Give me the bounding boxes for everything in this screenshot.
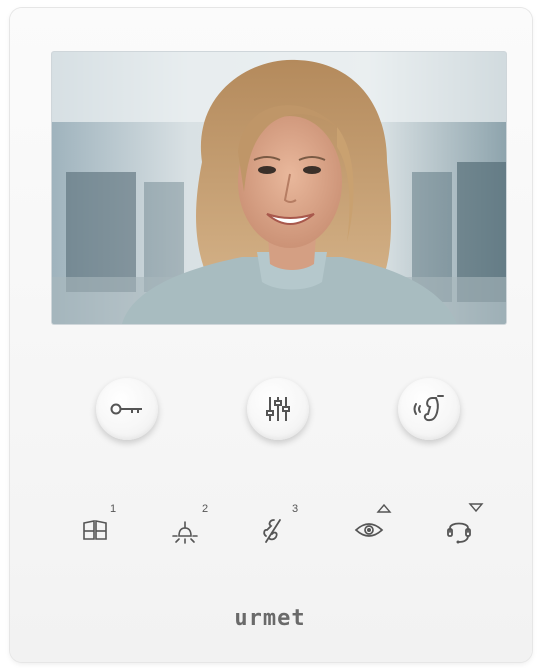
settings-button[interactable]: [247, 378, 309, 440]
autoinsertion-key[interactable]: [344, 508, 394, 552]
visitor-video-image: [52, 52, 506, 324]
mute-ringer-icon: [263, 519, 281, 543]
answer-call-button[interactable]: [398, 378, 460, 440]
door-open-button[interactable]: [96, 378, 158, 440]
aux-3-number: 3: [292, 503, 299, 515]
aux-1-number: 1: [110, 503, 117, 515]
light-icon: [172, 521, 198, 544]
arrow-up-icon: [376, 503, 392, 513]
sliders-icon: [266, 397, 290, 421]
brand-logo: urmet: [234, 606, 306, 631]
handset-sound-icon: [413, 395, 444, 422]
gate-icon: [83, 520, 107, 540]
key-icon: [110, 403, 142, 415]
video-screen: [52, 52, 506, 324]
eye-icon: [354, 523, 384, 537]
aux-3-key[interactable]: [248, 508, 298, 552]
headset-icon: [447, 522, 471, 544]
aux-2-number: 2: [202, 503, 209, 515]
intercom-key[interactable]: [434, 508, 484, 552]
arrow-down-icon: [468, 503, 484, 513]
